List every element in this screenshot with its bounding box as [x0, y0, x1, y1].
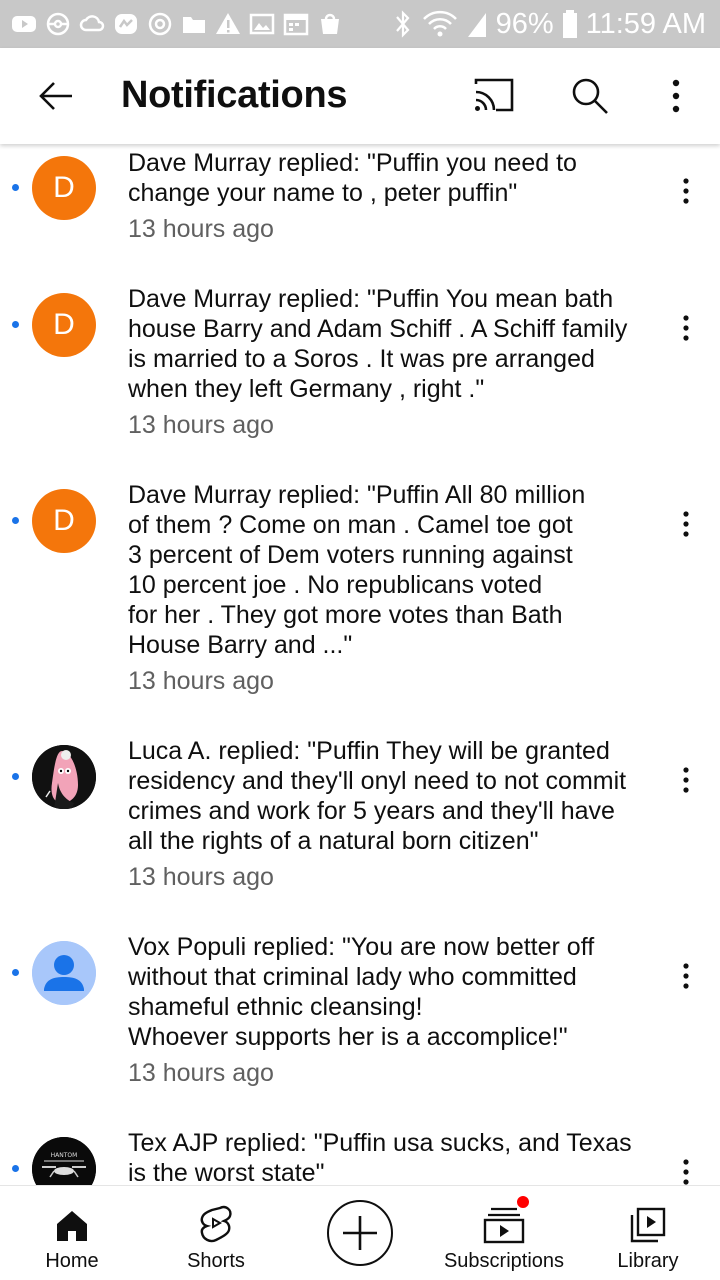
more-options-button[interactable] — [650, 70, 702, 122]
unread-dot — [12, 773, 19, 780]
bluetooth-icon — [392, 9, 414, 39]
create-plus-icon — [343, 1216, 377, 1250]
nav-label: Shorts — [187, 1250, 245, 1272]
bottom-navigation: Home Shorts Subscriptions Library — [0, 1185, 720, 1280]
more-vert-icon — [672, 79, 680, 113]
nav-label: Library — [617, 1250, 679, 1272]
notification-item[interactable]: HANTOM Tex AJP replied: "Puffin usa suck… — [0, 1124, 720, 1185]
subscriptions-icon — [483, 1207, 525, 1244]
nav-label: Subscriptions — [443, 1250, 565, 1272]
notification-menu-button[interactable] — [670, 760, 702, 800]
nav-library[interactable]: Library — [596, 1186, 700, 1280]
cast-icon — [474, 78, 514, 112]
more-vert-icon — [683, 511, 689, 537]
notification-text: Vox Populi replied: "You are now better … — [128, 933, 595, 1051]
unread-dot — [12, 184, 19, 191]
unread-dot — [12, 1165, 19, 1172]
more-vert-icon — [683, 178, 689, 204]
unread-dot — [12, 517, 19, 524]
youtube-icon — [10, 10, 38, 38]
more-vert-icon — [683, 1159, 689, 1185]
notification-item[interactable]: D Dave Murray replied: "Puffin All 80 mi… — [0, 476, 720, 726]
notification-time: 13 hours ago — [128, 667, 274, 695]
nav-shorts[interactable]: Shorts — [164, 1186, 268, 1280]
avatar[interactable]: D — [32, 293, 96, 357]
nav-label: Home — [45, 1250, 99, 1272]
default-user-icon — [32, 941, 96, 1005]
more-vert-icon — [683, 767, 689, 793]
battery-percent: 96% — [495, 7, 554, 40]
avatar[interactable] — [32, 745, 96, 809]
shorts-icon — [200, 1205, 232, 1243]
notification-menu-button[interactable] — [670, 1152, 702, 1185]
search-icon — [572, 78, 608, 114]
notification-list[interactable]: D Dave Murray replied: "Puffin you need … — [0, 144, 720, 1185]
cast-button[interactable] — [468, 70, 520, 122]
create-button[interactable] — [327, 1200, 393, 1266]
nav-home[interactable]: Home — [20, 1186, 124, 1280]
back-button[interactable] — [30, 70, 82, 122]
avatar[interactable]: D — [32, 489, 96, 553]
page-title: Notifications — [121, 74, 348, 116]
home-icon — [57, 1211, 87, 1241]
notification-menu-button[interactable] — [670, 956, 702, 996]
notification-text: Luca A. replied: "Puffin They will be gr… — [128, 737, 627, 855]
folder-icon — [180, 10, 208, 38]
messenger-icon — [112, 10, 140, 38]
notification-menu-button[interactable] — [670, 504, 702, 544]
subscriptions-badge — [515, 1194, 531, 1210]
notification-text: Dave Murray replied: "Puffin All 80 mill… — [128, 481, 586, 659]
notification-time: 13 hours ago — [128, 215, 274, 243]
battery-icon — [562, 9, 578, 39]
unread-dot — [12, 321, 19, 328]
notification-text: Tex AJP replied: "Puffin usa sucks, and … — [128, 1129, 632, 1185]
cartoon-avatar-icon — [32, 745, 96, 809]
notification-item[interactable]: D Dave Murray replied: "Puffin you need … — [0, 144, 720, 274]
gallery-icon — [248, 10, 276, 38]
sync-icon — [146, 10, 174, 38]
notification-time: 13 hours ago — [128, 411, 274, 439]
notification-menu-button[interactable] — [670, 171, 702, 211]
notification-menu-button[interactable] — [670, 308, 702, 348]
notification-item[interactable]: D Dave Murray replied: "Puffin You mean … — [0, 280, 720, 470]
status-bar: 96% 11:59 AM — [0, 0, 720, 48]
search-button[interactable] — [564, 70, 616, 122]
notification-item[interactable]: Vox Populi replied: "You are now better … — [0, 928, 720, 1118]
notification-time: 13 hours ago — [128, 863, 274, 891]
app-bar: Notifications — [0, 48, 720, 144]
back-arrow-icon — [39, 82, 72, 110]
avatar[interactable]: HANTOM — [32, 1137, 96, 1185]
status-bar-system-area: 96% 11:59 AM — [392, 6, 706, 42]
library-icon — [630, 1207, 666, 1243]
unread-dot — [12, 969, 19, 976]
notification-time: 13 hours ago — [128, 1059, 274, 1087]
avatar[interactable] — [32, 941, 96, 1005]
nav-subscriptions[interactable]: Subscriptions — [432, 1186, 576, 1280]
svg-text:HANTOM: HANTOM — [51, 1152, 78, 1159]
notification-item[interactable]: Luca A. replied: "Puffin They will be gr… — [0, 732, 720, 922]
more-vert-icon — [683, 963, 689, 989]
notification-text: Dave Murray replied: "Puffin You mean ba… — [128, 285, 628, 403]
warning-icon — [214, 10, 242, 38]
more-vert-icon — [683, 315, 689, 341]
cloud-icon — [78, 10, 106, 38]
drone-logo-avatar-icon: HANTOM — [32, 1137, 96, 1185]
shopping-bag-icon — [316, 10, 344, 38]
clock: 11:59 AM — [585, 7, 706, 40]
signal-icon — [466, 9, 488, 39]
wifi-icon — [422, 9, 458, 39]
calendar-icon — [282, 10, 310, 38]
notification-text: Dave Murray replied: "Puffin you need to… — [128, 149, 577, 207]
status-bar-notification-icons — [10, 8, 344, 40]
avatar[interactable]: D — [32, 156, 96, 220]
pokeball-icon — [44, 10, 72, 38]
